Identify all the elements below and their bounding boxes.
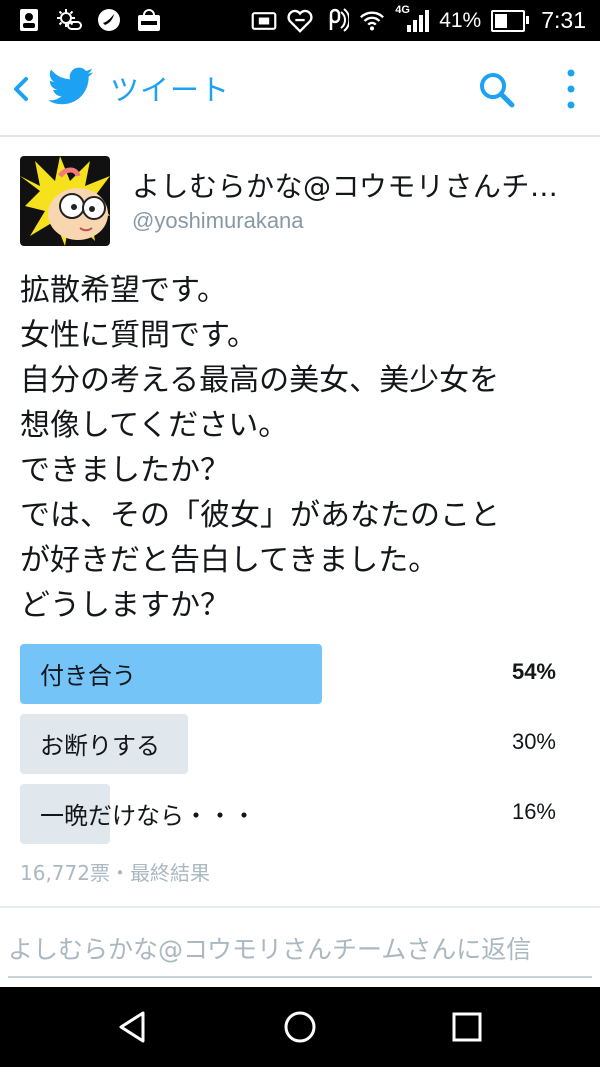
avatar[interactable] <box>20 156 110 246</box>
poll-option: 一晩だけなら・・・ 16% <box>20 784 580 844</box>
wifi-icon <box>359 8 385 34</box>
tweet-line: 拡散希望です。 <box>20 273 227 308</box>
poll-option-percent: 30% <box>511 729 556 754</box>
twitter-bird-icon <box>48 67 94 105</box>
author-handle[interactable]: @yoshimurakana <box>132 208 304 234</box>
poll-option-percent: 54% <box>511 659 556 684</box>
reply-input[interactable]: よしむらかな@コウモリさんチームさんに返信 <box>8 930 531 966</box>
heart-icon <box>287 8 313 34</box>
navigation-bar <box>0 987 600 1067</box>
search-icon[interactable] <box>478 71 516 109</box>
reply-input-underline <box>8 976 592 978</box>
more-options-icon[interactable] <box>560 67 582 111</box>
page-title: ツイート <box>110 73 231 107</box>
status-bar: 4G 41% 7:31 <box>0 0 600 41</box>
home-circle-icon[interactable] <box>282 1009 318 1045</box>
tweet-line: できましたか？ <box>20 453 230 488</box>
contact-card-icon <box>16 7 42 33</box>
tweet-line: どうしますか？ <box>20 588 230 623</box>
poll-option-label: 付き合う <box>40 662 136 690</box>
divider <box>0 906 600 908</box>
network-type: 4G <box>395 3 410 16</box>
recent-apps-icon[interactable] <box>449 1009 485 1045</box>
tweet-line: 女性に質問です。 <box>20 318 257 353</box>
nfc-icon <box>323 7 350 34</box>
battery-icon <box>491 9 530 32</box>
tweet-line: が好きだと告白してきました。 <box>20 543 439 578</box>
vibrate-icon <box>251 8 277 34</box>
tweet-line: 想像してください。 <box>20 408 289 443</box>
clock: 7:31 <box>541 7 586 33</box>
back-triangle-icon[interactable] <box>115 1009 151 1045</box>
app-icon <box>96 7 122 33</box>
tweet-line: では、その「彼女」があなたのこと <box>20 498 500 533</box>
weather-icon <box>56 7 82 33</box>
market-icon <box>136 7 162 33</box>
back-arrow-icon[interactable] <box>8 69 34 109</box>
notification-icons <box>16 7 162 33</box>
signal-icon: 4G <box>395 4 430 34</box>
author-display-name[interactable]: よしむらかな@コウモリさんチ… <box>132 165 582 205</box>
tweet-line: 自分の考える最高の美女、美少女を <box>20 363 500 398</box>
poll-option-label: 一晩だけなら・・・ <box>40 802 256 830</box>
app-header: ツイート <box>0 41 600 137</box>
system-status: 4G 41% 7:31 <box>251 0 586 41</box>
poll-option-percent: 16% <box>511 799 556 824</box>
tweet-text: 拡散希望です。 女性に質問です。 自分の考える最高の美女、美少女を 想像してくだ… <box>20 268 590 628</box>
poll-option: お断りする 30% <box>20 714 580 774</box>
poll-option-label: お断りする <box>40 732 160 760</box>
poll-vote-summary: 16,772票・最終結果 <box>20 861 210 885</box>
poll-option: 付き合う 54% <box>20 644 580 704</box>
battery-percent: 41% <box>439 8 482 32</box>
